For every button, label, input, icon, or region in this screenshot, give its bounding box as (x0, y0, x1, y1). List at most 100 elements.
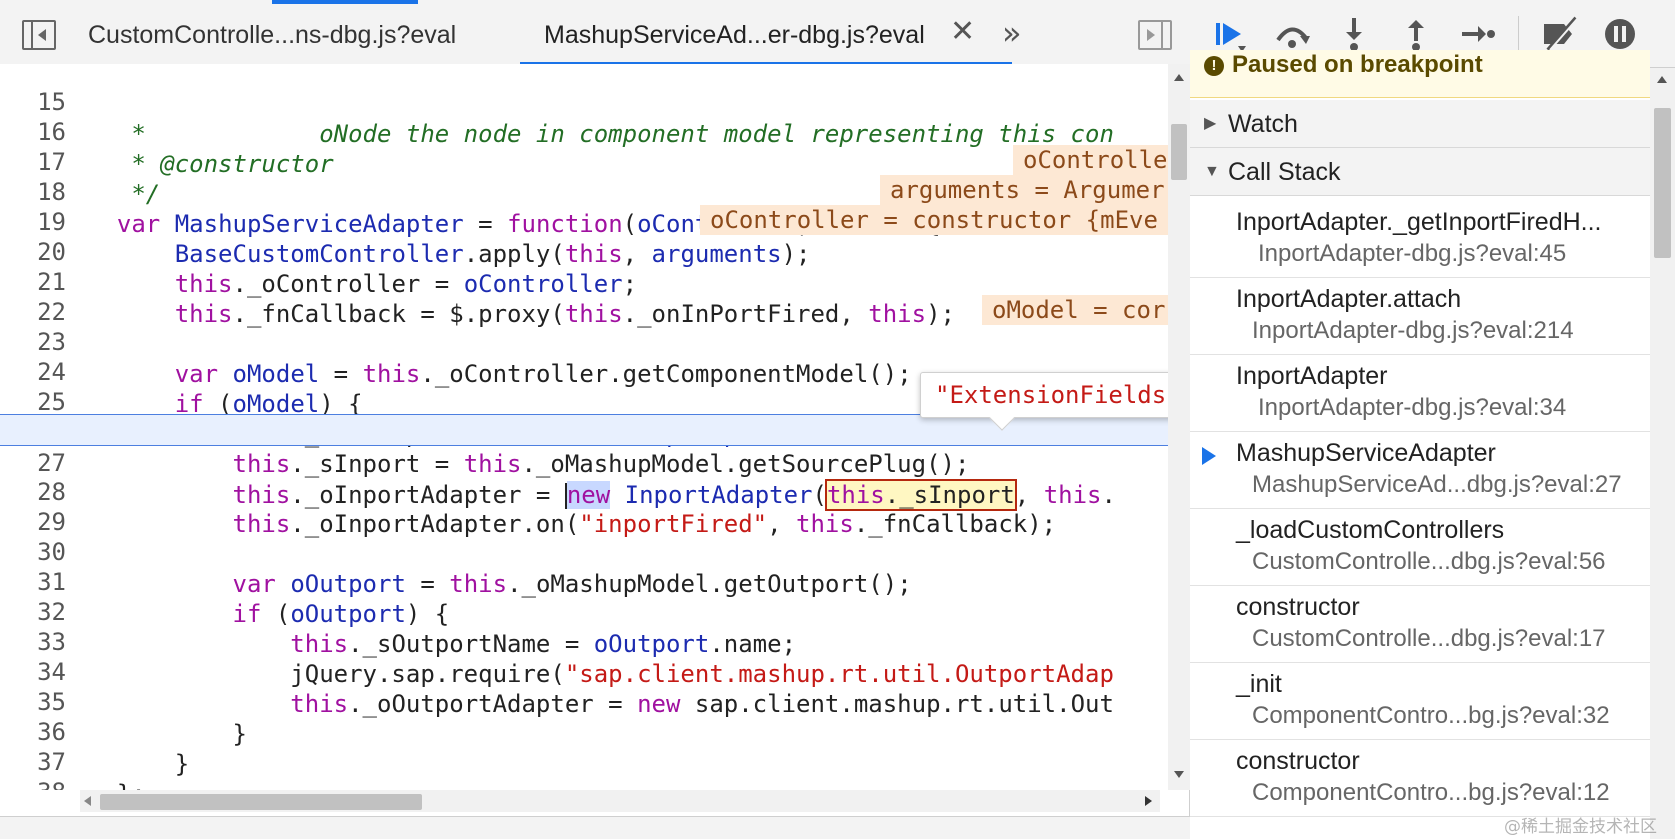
toolbar-separator (1518, 16, 1519, 52)
more-tabs-icon[interactable]: » (1002, 14, 1022, 52)
inline-value[interactable]: oModel = cor (982, 295, 1168, 325)
code-line[interactable]: 37 }; (0, 714, 1168, 790)
call-frame[interactable]: InportAdapter InportAdapter-dbg.js?eval:… (1190, 350, 1650, 432)
code-line[interactable]: 19 BaseCustomController.apply(this, argu… (0, 174, 1168, 268)
scroll-up-icon[interactable] (1657, 76, 1667, 83)
code-line[interactable]: 15 * oNode the node in component model r… (0, 64, 1168, 148)
call-frame[interactable]: _init ComponentContro...bg.js?eval:32 (1190, 658, 1650, 740)
editor-vertical-scrollbar[interactable] (1168, 64, 1190, 790)
deactivate-breakpoints-icon (1544, 16, 1579, 52)
inline-value[interactable]: oControlle (1013, 145, 1168, 175)
code-line[interactable]: 18 var MashupServiceAdapter = function(o… (0, 144, 1168, 238)
debugger-sidebar: ! Paused on breakpoint ▶ Watch ▼ Call St… (1190, 0, 1675, 839)
line-number[interactable]: 38 (0, 776, 66, 790)
frame-location: ComponentContro...bg.js?eval:12 (1252, 779, 1610, 806)
frame-location: MashupServiceAd...dbg.js?eval:27 (1252, 471, 1622, 498)
info-icon: ! (1204, 56, 1224, 76)
step-out-icon (1408, 20, 1424, 51)
inline-value[interactable]: oController = constructor {mEve (700, 205, 1168, 235)
navigator-toggle-icon[interactable] (22, 20, 56, 50)
frame-location: CustomControlle...dbg.js?eval:17 (1252, 625, 1606, 652)
frame-function: constructor (1236, 593, 1360, 621)
step-over-button[interactable] (1270, 14, 1314, 54)
call-frame[interactable]: constructor ComponentContro...bg.js?eval… (1190, 735, 1650, 817)
code-line[interactable]: 28 this._oInportAdapter.on("inportFired"… (0, 444, 1168, 538)
step-icon (1462, 26, 1495, 42)
call-stack-list: InportAdapter._getInportFiredH... Inport… (1190, 196, 1650, 839)
watch-section-header[interactable]: ▶ Watch (1190, 100, 1650, 148)
editor-pane: CustomControlle...ns-dbg.js?eval MashupS… (0, 0, 1283, 839)
caret-down-icon: ▼ (1204, 163, 1220, 180)
frame-function: MashupServiceAdapter (1236, 439, 1496, 467)
code-line[interactable]: 30 var oOutport = this._oMashupModel.get… (0, 504, 1168, 598)
code-line[interactable]: 32 this._sOutportName = oOutport.name; (0, 564, 1168, 658)
scroll-thumb[interactable] (100, 794, 422, 810)
debugger-sidebar-toggle-icon[interactable] (1138, 20, 1172, 50)
inline-value[interactable]: arguments = Argumer (880, 175, 1168, 205)
scroll-right-icon[interactable] (1145, 796, 1152, 806)
resume-icon (1216, 23, 1246, 52)
paused-status-text: Paused on breakpoint (1232, 51, 1483, 78)
watermark: @稀土掘金技术社区 (1504, 817, 1657, 837)
frame-function: InportAdapter._getInportFiredH... (1236, 208, 1602, 236)
call-frame[interactable]: constructor CustomControlle...dbg.js?eva… (1190, 581, 1650, 663)
frame-location: InportAdapter-dbg.js?eval:45 (1258, 240, 1567, 267)
code-line[interactable]: 36 } (0, 684, 1168, 778)
current-frame-arrow-icon (1202, 447, 1216, 465)
watch-label: Watch (1228, 110, 1298, 138)
code-line[interactable]: 16 * @constructor (0, 84, 1168, 178)
sidebar-vertical-scrollbar[interactable] (1650, 68, 1675, 839)
scroll-up-icon[interactable] (1174, 74, 1184, 81)
deactivate-breakpoints-button[interactable] (1538, 14, 1582, 54)
code-line[interactable]: 23 var oModel = this._oController.getCom… (0, 294, 1168, 388)
frame-function: _init (1236, 670, 1282, 698)
code-editor[interactable]: 15 * oNode the node in component model r… (0, 64, 1168, 790)
scroll-thumb[interactable] (1654, 108, 1671, 258)
scroll-left-icon[interactable] (84, 796, 91, 806)
frame-location: CustomControlle...dbg.js?eval:56 (1252, 548, 1606, 575)
code-line[interactable]: 34 this._oOutportAdapter = new sap.clien… (0, 624, 1168, 718)
code-line[interactable]: 20 this._oController = oController; oCon… (0, 204, 1168, 298)
paused-status-banner: ! Paused on breakpoint (1190, 50, 1650, 98)
call-frame[interactable]: InportAdapter._getInportFiredH... Inport… (1190, 196, 1650, 278)
frame-function: InportAdapter (1236, 362, 1388, 390)
call-stack-label: Call Stack (1228, 158, 1341, 186)
frame-location: InportAdapter-dbg.js?eval:214 (1252, 317, 1574, 344)
editor-status-bar (0, 816, 1190, 839)
frame-location: InportAdapter-dbg.js?eval:34 (1258, 394, 1567, 421)
editor-horizontal-scrollbar[interactable] (80, 790, 1160, 812)
tab-mashupserviceadapter[interactable]: MashupServiceAd...er-dbg.js?eval (544, 18, 925, 52)
call-frame[interactable]: InportAdapter.attach InportAdapter-dbg.j… (1190, 273, 1650, 355)
scroll-down-icon[interactable] (1174, 771, 1184, 778)
pause-exceptions-icon (1605, 19, 1635, 49)
call-frame[interactable]: _loadCustomControllers CustomControlle..… (1190, 504, 1650, 586)
scroll-thumb[interactable] (1171, 124, 1187, 180)
step-button[interactable] (1456, 14, 1500, 54)
tab-customcontroller[interactable]: CustomControlle...ns-dbg.js?eval (88, 18, 456, 52)
code-line[interactable]: 33 jQuery.sap.require("sap.client.mashup… (0, 594, 1168, 688)
code-line[interactable]: 29 (0, 474, 1168, 536)
pause-on-exceptions-button[interactable] (1598, 14, 1642, 54)
tab-bar-accent (272, 0, 418, 4)
resume-button[interactable] (1208, 14, 1252, 54)
step-out-button[interactable] (1394, 14, 1438, 54)
code-text: }; (88, 778, 146, 790)
call-frame-active[interactable]: MashupServiceAdapter MashupServiceAd...d… (1190, 427, 1650, 509)
step-over-icon (1276, 27, 1310, 48)
step-into-button[interactable] (1332, 14, 1376, 54)
code-line[interactable]: 21 this._fnCallback = $.proxy(this._onIn… (0, 234, 1168, 328)
caret-right-icon: ▶ (1204, 115, 1217, 132)
frame-location: ComponentContro...bg.js?eval:32 (1252, 702, 1610, 729)
tab-close-icon[interactable]: ✕ (950, 14, 975, 49)
frame-function: constructor (1236, 747, 1360, 775)
code-line[interactable]: 35 } (0, 654, 1168, 748)
code-line[interactable]: 24 if (oModel) { (0, 324, 1168, 418)
code-line[interactable]: 31 if (oOutport) { (0, 534, 1168, 628)
step-into-icon (1346, 18, 1362, 51)
call-stack-section-header[interactable]: ▼ Call Stack (1190, 148, 1650, 196)
code-line[interactable]: 22 (0, 264, 1168, 326)
frame-function: InportAdapter.attach (1236, 285, 1462, 313)
code-line[interactable]: 17 */ (0, 114, 1168, 208)
code-line[interactable]: 38 (0, 744, 1168, 790)
editor-tab-bar: CustomControlle...ns-dbg.js?eval MashupS… (0, 0, 1190, 68)
